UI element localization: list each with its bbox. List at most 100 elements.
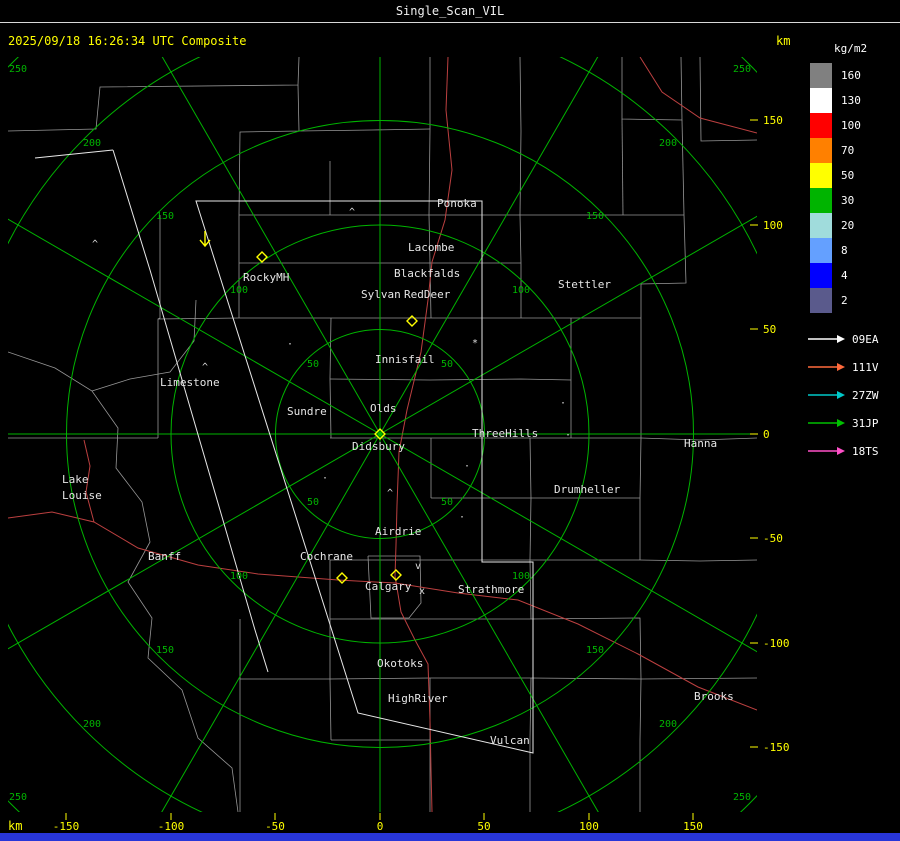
legend-value-label: 160 [841, 69, 861, 82]
range-ring-label: 250 [733, 792, 751, 803]
city-label: Olds [370, 402, 397, 415]
storm-track-row: 09EA [806, 325, 900, 353]
range-ring-label: 100 [230, 571, 248, 582]
range-ring-label: 50 [307, 359, 319, 370]
city-label: Limestone [160, 376, 220, 389]
city-label: Vulcan [490, 734, 530, 747]
city-label: Didsbury [352, 440, 405, 453]
city-label: Airdrie [375, 525, 421, 538]
range-ring-label: 200 [659, 138, 677, 149]
bottom-axis-tick-label: -50 [265, 820, 285, 833]
legend-entry: 4 [806, 263, 900, 288]
legend-value-label: 70 [841, 144, 855, 157]
map-point-symbol: ^ [349, 207, 355, 218]
map-point-symbol: ^ [202, 362, 208, 373]
range-ring-label: 250 [733, 64, 751, 75]
county-boundary [681, 119, 685, 216]
map-point-symbol: · [287, 339, 293, 350]
legend-scale: 160 130 100 70 50 30 20 8 4 2 [806, 63, 900, 313]
map-point-symbol: · [560, 398, 566, 409]
range-ring-label: 150 [586, 645, 604, 656]
storm-track-row: 27ZW [806, 381, 900, 409]
county-boundary [8, 57, 300, 132]
legend-color-swatch [810, 263, 832, 288]
track-id-label: 18TS [852, 444, 879, 458]
track-arrow-icon [808, 447, 845, 455]
track-arrow-icon [808, 391, 845, 399]
county-boundary [329, 378, 572, 381]
track-id-label: 27ZW [852, 388, 879, 402]
right-axis-tick-label: 0 [763, 428, 770, 441]
legend-entry: 50 [806, 163, 900, 188]
storm-track-row: 111V [806, 353, 900, 381]
county-boundary [157, 215, 161, 438]
county-boundary [298, 128, 431, 132]
range-ring-label: 50 [307, 497, 319, 508]
legend-color-swatch [810, 238, 832, 263]
city-label: Brooks [694, 690, 734, 703]
range-ring-label: 250 [9, 64, 27, 75]
city-label: Drumheller [554, 483, 621, 496]
city-diamond-marker [390, 569, 402, 581]
city-label: Okotoks [377, 657, 423, 670]
map-point-symbol: · [322, 473, 328, 484]
storm-track-row: 18TS [806, 437, 900, 465]
county-boundary [329, 317, 332, 439]
range-ring-label: 100 [512, 285, 530, 296]
legend-entry: 8 [806, 238, 900, 263]
legend-value-label: 20 [841, 219, 855, 232]
range-ring-label: 100 [230, 285, 248, 296]
radar-app-window: Single_Scan_VIL 2025/09/18 16:26:34 UTC … [0, 0, 900, 841]
legend-entry: 70 [806, 138, 900, 163]
county-boundary [529, 437, 532, 620]
legend-value-label: 100 [841, 119, 861, 132]
storm-track-list: 09EA 111V 27ZW 31JP 18TS [806, 325, 900, 465]
county-boundary [240, 677, 757, 680]
map-point-symbol: * [472, 338, 478, 349]
bottom-axis-tick-label: -100 [158, 820, 185, 833]
legend-value-label: 8 [841, 244, 848, 257]
legend-color-swatch [810, 213, 832, 238]
city-label: RedDeer [404, 288, 451, 301]
legend-unit-label: kg/m2 [834, 42, 868, 55]
city-label: Innisfail [375, 353, 435, 366]
legend-entry: 20 [806, 213, 900, 238]
map-point-symbol: · [459, 512, 465, 523]
city-label: Banff [148, 550, 181, 563]
right-axis-tick-label: 100 [763, 219, 783, 232]
storm-motion-arrow [199, 231, 211, 248]
bottom-axis-tick-label: -150 [53, 820, 80, 833]
legend-value-label: 130 [841, 94, 861, 107]
city-label: Lacombe [408, 241, 454, 254]
city-label: HighRiver [388, 692, 448, 705]
county-boundary [639, 318, 642, 560]
range-ring-label: 250 [9, 792, 27, 803]
bottom-axis-tick-label: 50 [477, 820, 490, 833]
range-ring-label: 150 [156, 211, 174, 222]
range-ring-label: 100 [512, 571, 530, 582]
range-ring-label: 200 [83, 138, 101, 149]
city-diamond-marker [406, 315, 418, 327]
county-boundary [639, 559, 757, 562]
legend-entry: 100 [806, 113, 900, 138]
legend-color-swatch [810, 138, 832, 163]
right-axis-tick-label: 150 [763, 114, 783, 127]
county-boundary [639, 678, 642, 812]
city-label: RockyMH [243, 271, 289, 284]
city-label: Cochrane [300, 550, 353, 563]
legend-value-label: 50 [841, 169, 855, 182]
city-label: Strathmore [458, 583, 524, 596]
legend-value-label: 2 [841, 294, 848, 307]
map-point-symbol: v [415, 561, 421, 572]
right-axis-tick-label: -150 [763, 741, 790, 754]
legend-value-label: 4 [841, 269, 848, 282]
track-arrow-icon [808, 419, 845, 427]
county-boundary [157, 317, 641, 320]
bottom-axis-tick-label: 150 [683, 820, 703, 833]
map-point-symbol: · [565, 430, 571, 441]
city-label: Louise [62, 489, 102, 502]
legend-entry: 30 [806, 188, 900, 213]
legend-color-swatch [810, 63, 832, 88]
track-arrow-icon [808, 335, 845, 343]
range-ring [8, 57, 757, 812]
